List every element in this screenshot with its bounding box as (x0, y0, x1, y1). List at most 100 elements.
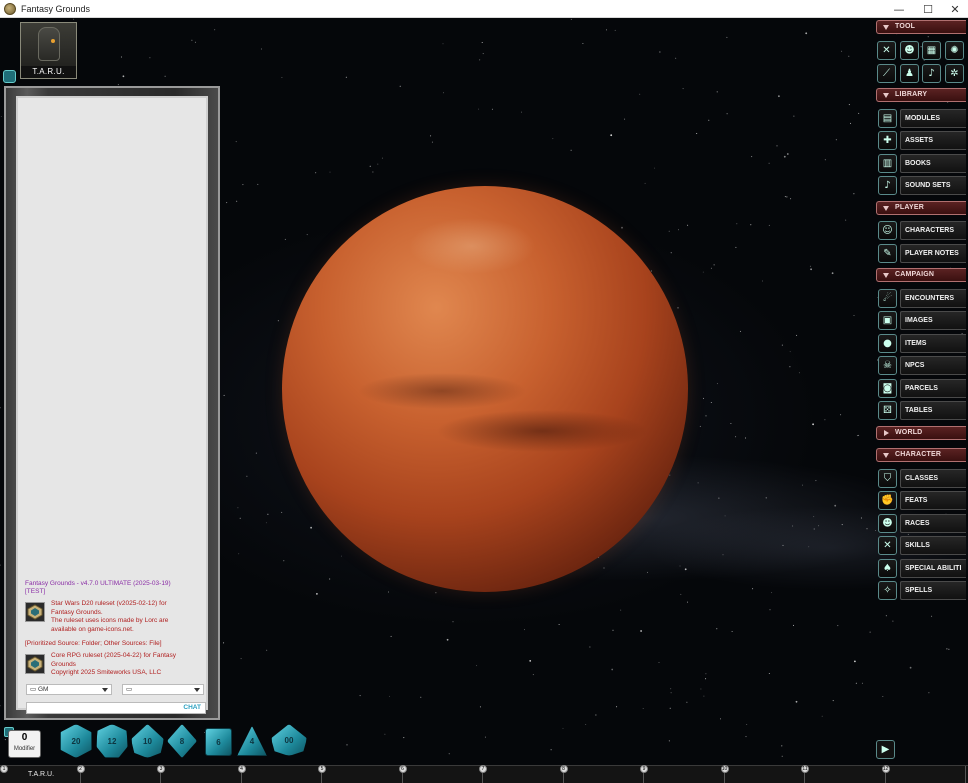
tool-lightbulb-icon[interactable]: ✺ (945, 41, 964, 60)
modifier-box[interactable]: 0 Modifier (8, 730, 41, 758)
sidebar-item-player-notes[interactable]: ✎ PLAYER NOTES (878, 243, 966, 263)
hotkey-slot[interactable]: 11 (801, 765, 886, 783)
hotkey-slot[interactable]: 7 (479, 765, 564, 783)
hotkey-slot[interactable]: 5 (318, 765, 403, 783)
star (680, 593, 682, 595)
star (621, 226, 623, 229)
sidebar-item-encounters[interactable]: ☄ ENCOUNTERS (878, 288, 966, 308)
sidebar-item-special-abilities[interactable]: ♠ SPECIAL ABILITI (878, 558, 966, 578)
star (238, 553, 240, 555)
star (840, 414, 842, 416)
hotkey-slot[interactable]: 4 (237, 765, 322, 783)
close-icon: ✕ (950, 2, 960, 16)
hotkey-slot[interactable]: 1 (0, 765, 81, 783)
star (861, 682, 863, 684)
star (223, 642, 225, 644)
tool-gear-icon[interactable]: ✲ (945, 64, 964, 83)
star (786, 153, 789, 155)
d6-die[interactable]: 6 (205, 728, 232, 756)
sidebar-item-characters[interactable]: ☺ CHARACTERS (878, 220, 966, 240)
star (745, 437, 746, 439)
chat-window: Fantasy Grounds - v4.7.0 ULTIMATE (2025-… (4, 86, 220, 720)
play-icon[interactable]: ▶ (876, 740, 895, 759)
star (562, 727, 564, 729)
star (481, 42, 483, 43)
star (718, 497, 720, 499)
character-portrait[interactable]: T.A.R.U. (20, 22, 77, 79)
category-player[interactable]: PLAYER (876, 201, 966, 215)
tool-magic-wand-icon[interactable]: ⟋ (877, 64, 896, 83)
star (491, 108, 493, 110)
star (768, 224, 770, 226)
star (452, 621, 454, 623)
star (606, 29, 607, 31)
tool-crossed-swords-icon[interactable]: ✕ (877, 41, 896, 60)
sidebar-item-npcs[interactable]: ☠ NPCS (878, 355, 966, 375)
sidebar-item-skills[interactable]: ✕ SKILLS (878, 535, 966, 555)
chat-input[interactable]: CHAT (26, 702, 206, 714)
star (848, 104, 850, 106)
close-button[interactable]: ✕ (940, 0, 968, 18)
star (316, 593, 318, 595)
sidebar-item-tables[interactable]: ⚄ TABLES (878, 400, 966, 420)
category-tool[interactable]: TOOL (876, 20, 966, 34)
hotkey-slot-number: 3 (157, 765, 165, 773)
window-titlebar: Fantasy Grounds — ☐ ✕ (0, 0, 968, 18)
star (640, 630, 642, 632)
hotkey-slot[interactable]: 9 (640, 765, 725, 783)
sidebar-item-feats[interactable]: ✊ FEATS (878, 490, 966, 510)
planet-image (282, 186, 688, 592)
hotkey-slot-number: 2 (76, 765, 85, 773)
star (798, 372, 800, 374)
sidebar-item-races[interactable]: ☻ RACES (878, 513, 966, 533)
tool-music-icon[interactable]: ♪ (922, 64, 941, 83)
chat-message: Core RPG ruleset (2025-04-22) for Fantas… (25, 652, 205, 678)
star (815, 480, 817, 482)
maximize-button[interactable]: ☐ (913, 0, 943, 18)
star (805, 32, 808, 35)
channel-select[interactable]: ▭ (122, 684, 204, 695)
hotkey-slot[interactable]: 6 (398, 765, 483, 783)
star (670, 692, 672, 694)
tool-person-icon[interactable]: ♟ (900, 64, 919, 83)
star (521, 111, 522, 113)
star (257, 183, 259, 185)
sidebar-item-books[interactable]: ▥ BOOKS (878, 153, 966, 173)
minimize-button[interactable]: — (884, 0, 914, 18)
hotkey-slot[interactable]: 2 (76, 765, 161, 783)
category-campaign[interactable]: CAMPAIGN (876, 268, 966, 282)
sidebar-item-spells[interactable]: ✧ SPELLS (878, 580, 966, 600)
star (824, 159, 826, 161)
portrait-toggle-icon[interactable] (3, 70, 16, 83)
star (442, 43, 444, 45)
sidebar-item-parcels[interactable]: ◙ PARCELS (878, 378, 966, 398)
star (669, 474, 671, 476)
hotkey-slot[interactable]: 3 (157, 765, 242, 783)
star (869, 631, 871, 633)
star (359, 695, 361, 697)
sidebar-item-classes[interactable]: ⛉ CLASSES (878, 468, 966, 488)
sidebar-item-sound-sets[interactable]: ♪ SOUND SETS (878, 175, 966, 195)
sidebar-item-assets[interactable]: ✚ ASSETS (878, 130, 966, 150)
category-library[interactable]: LIBRARY (876, 88, 966, 102)
hotkey-slot[interactable]: 8 (559, 765, 644, 783)
tool-party-icon[interactable]: ☻ (900, 41, 919, 60)
sidebar-item-items[interactable]: ● ITEMS (878, 333, 966, 353)
hotkey-slot[interactable]: 12 (881, 765, 966, 783)
star (802, 484, 803, 486)
category-character[interactable]: CHARACTER (876, 448, 966, 462)
star (341, 555, 342, 557)
star (668, 230, 670, 232)
identity-select[interactable]: ▭ GM (26, 684, 112, 695)
sidebar-item-modules[interactable]: ▤ MODULES (878, 108, 966, 128)
star (768, 162, 770, 164)
modifier-value: 0 (21, 732, 28, 743)
images-icon: ▣ (878, 311, 897, 330)
category-world[interactable]: WORLD (876, 426, 966, 440)
tool-calendar-icon[interactable]: ▦ (922, 41, 941, 60)
star (260, 48, 262, 50)
hotkey-slot[interactable]: 10 (720, 765, 805, 783)
star (720, 718, 721, 720)
star (821, 715, 823, 717)
sidebar-item-images[interactable]: ▣ IMAGES (878, 310, 966, 330)
